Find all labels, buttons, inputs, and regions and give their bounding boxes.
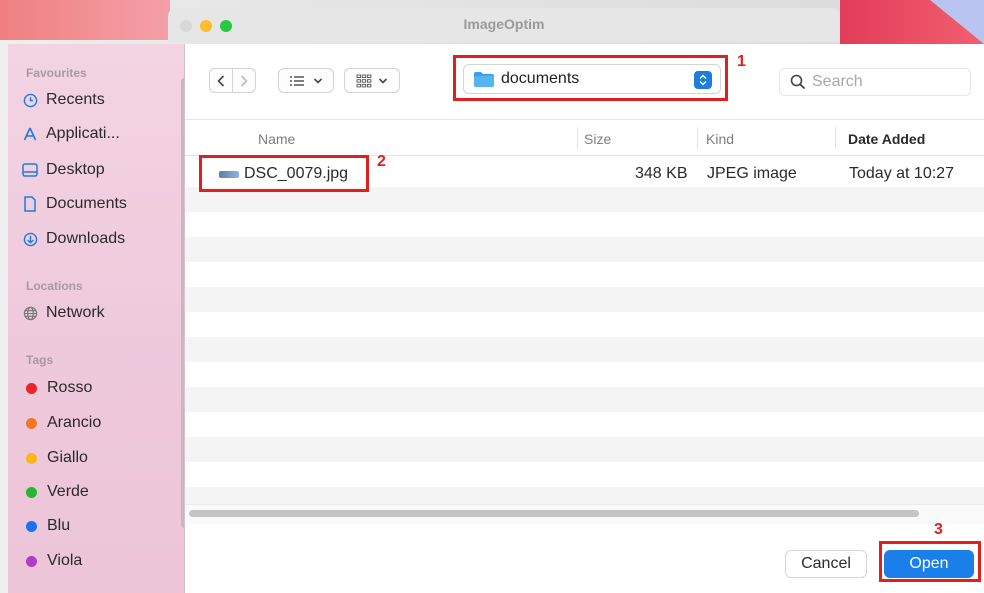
- document-icon: [22, 196, 38, 212]
- chevron-down-icon: [378, 77, 388, 84]
- column-divider: [697, 127, 698, 149]
- forward-button[interactable]: [232, 68, 256, 93]
- search-icon: [790, 74, 806, 90]
- annotation-box-location: [453, 55, 728, 101]
- empty-row: [185, 287, 984, 312]
- sidebar-item-downloads[interactable]: Downloads: [22, 227, 125, 251]
- empty-row: [185, 387, 984, 412]
- favourites-heading: Favourites: [26, 66, 87, 80]
- sidebar-tag-blu[interactable]: Blu: [22, 514, 70, 538]
- column-size[interactable]: Size: [584, 131, 611, 147]
- chevron-left-icon: [217, 74, 225, 87]
- annotation-box-open: [879, 541, 981, 582]
- title-bar: ImageOptim: [168, 8, 840, 42]
- column-divider: [835, 127, 836, 149]
- annotation-box-file: [199, 155, 369, 192]
- file-kind: JPEG image: [707, 165, 797, 182]
- column-kind[interactable]: Kind: [706, 131, 734, 147]
- sidebar-item-recents[interactable]: Recents: [22, 88, 105, 112]
- column-name[interactable]: Name: [258, 131, 295, 147]
- column-divider: [577, 127, 578, 149]
- sidebar-tag-giallo[interactable]: Giallo: [22, 446, 88, 470]
- back-button[interactable]: [209, 68, 233, 93]
- sidebar-item-desktop[interactable]: Desktop: [22, 158, 105, 182]
- sidebar-tag-viola[interactable]: Viola: [22, 549, 82, 573]
- empty-row: [185, 337, 984, 362]
- sidebar-item-documents[interactable]: Documents: [22, 192, 127, 216]
- dialog-footer: Cancel Open: [185, 524, 984, 593]
- annotation-number: 2: [377, 153, 386, 170]
- sidebar-item-applications[interactable]: Applicati...: [22, 122, 120, 146]
- tag-dot-icon: [26, 555, 37, 567]
- desktop-background: [0, 0, 170, 40]
- tag-dot-icon: [26, 382, 37, 394]
- chevron-down-icon: [313, 77, 323, 84]
- column-date-added[interactable]: Date Added: [848, 131, 925, 147]
- column-headers: Name Size Kind Date Added: [185, 122, 984, 156]
- desktop-icon: [22, 162, 38, 178]
- sidebar-tag-rosso[interactable]: Rosso: [22, 376, 92, 400]
- locations-heading: Locations: [26, 279, 83, 293]
- empty-row: [185, 237, 984, 262]
- window-title: ImageOptim: [463, 16, 545, 32]
- tag-dot-icon: [26, 486, 37, 498]
- chevron-right-icon: [240, 74, 248, 87]
- search-field[interactable]: Search: [779, 68, 971, 96]
- globe-icon: [22, 305, 38, 321]
- horizontal-scrollbar[interactable]: [189, 510, 919, 517]
- download-icon: [22, 231, 38, 247]
- empty-row: [185, 437, 984, 462]
- tags-heading: Tags: [26, 353, 54, 367]
- clock-icon: [22, 92, 38, 108]
- file-browser: documents Search Name Size Kind Date Add…: [185, 44, 984, 593]
- file-date-added: Today at 10:27: [849, 165, 954, 182]
- search-placeholder: Search: [812, 73, 863, 90]
- tag-dot-icon: [26, 452, 37, 464]
- annotation-number: 1: [737, 53, 746, 70]
- tag-dot-icon: [26, 520, 37, 532]
- sidebar-item-network[interactable]: Network: [22, 301, 105, 325]
- annotation-number: 3: [934, 521, 943, 538]
- file-list: DSC_0079.jpg 348 KB JPEG image Today at …: [185, 156, 984, 512]
- sidebar-tag-verde[interactable]: Verde: [22, 480, 89, 504]
- applications-icon: [22, 126, 38, 142]
- tag-dot-icon: [26, 417, 37, 429]
- cancel-button[interactable]: Cancel: [785, 550, 867, 578]
- icon-view-button[interactable]: [344, 68, 400, 93]
- sidebar: Favourites Recents Applicati... Desktop …: [8, 44, 185, 593]
- sidebar-tag-arancio[interactable]: Arancio: [22, 411, 101, 435]
- file-size: 348 KB: [635, 165, 688, 182]
- grid-icon: [356, 74, 372, 87]
- list-view-button[interactable]: [278, 68, 334, 93]
- list-icon: [290, 75, 304, 86]
